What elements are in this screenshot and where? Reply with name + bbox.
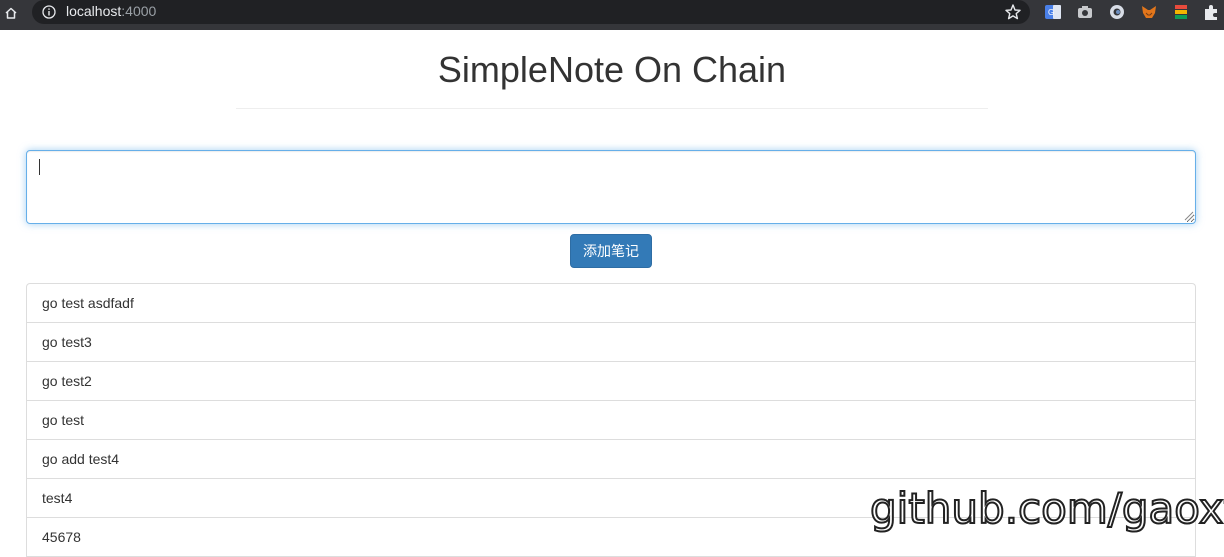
address-bar[interactable]: localhost:4000 xyxy=(32,0,1030,24)
note-list-item[interactable]: go test3 xyxy=(27,323,1195,362)
note-list-item[interactable]: go test asdfadf xyxy=(27,284,1195,323)
url-host: localhost xyxy=(66,3,122,19)
note-list-item[interactable]: go test xyxy=(27,401,1195,440)
translate-extension-icon[interactable]: G xyxy=(1044,3,1062,21)
note-textarea[interactable] xyxy=(26,150,1196,224)
url-port: :4000 xyxy=(121,3,157,19)
resize-grip-icon[interactable] xyxy=(1184,211,1194,221)
extensions-puzzle-icon[interactable] xyxy=(1202,3,1220,21)
note-list-item[interactable]: go test2 xyxy=(27,362,1195,401)
info-icon[interactable] xyxy=(42,5,56,19)
add-note-button[interactable]: 添加笔记 xyxy=(570,234,652,268)
page-title: SimpleNote On Chain xyxy=(437,49,787,90)
text-caret xyxy=(39,159,40,175)
url-text: localhost:4000 xyxy=(66,3,156,20)
note-list-item[interactable]: go add test4 xyxy=(27,440,1195,479)
home-icon xyxy=(5,7,17,19)
metamask-fox-icon[interactable] xyxy=(1140,3,1158,21)
home-button[interactable] xyxy=(0,1,22,25)
title-divider xyxy=(236,108,988,109)
circle-extension-icon[interactable] xyxy=(1108,3,1126,21)
watermark-text: github.com/gaoxt xyxy=(869,483,1224,534)
bookmark-star-icon[interactable] xyxy=(1004,3,1022,21)
browser-toolbar: localhost:4000 G xyxy=(0,0,1224,30)
stack-extension-icon[interactable] xyxy=(1172,3,1190,21)
svg-text:G: G xyxy=(1048,8,1054,17)
camera-extension-icon[interactable] xyxy=(1076,3,1094,21)
